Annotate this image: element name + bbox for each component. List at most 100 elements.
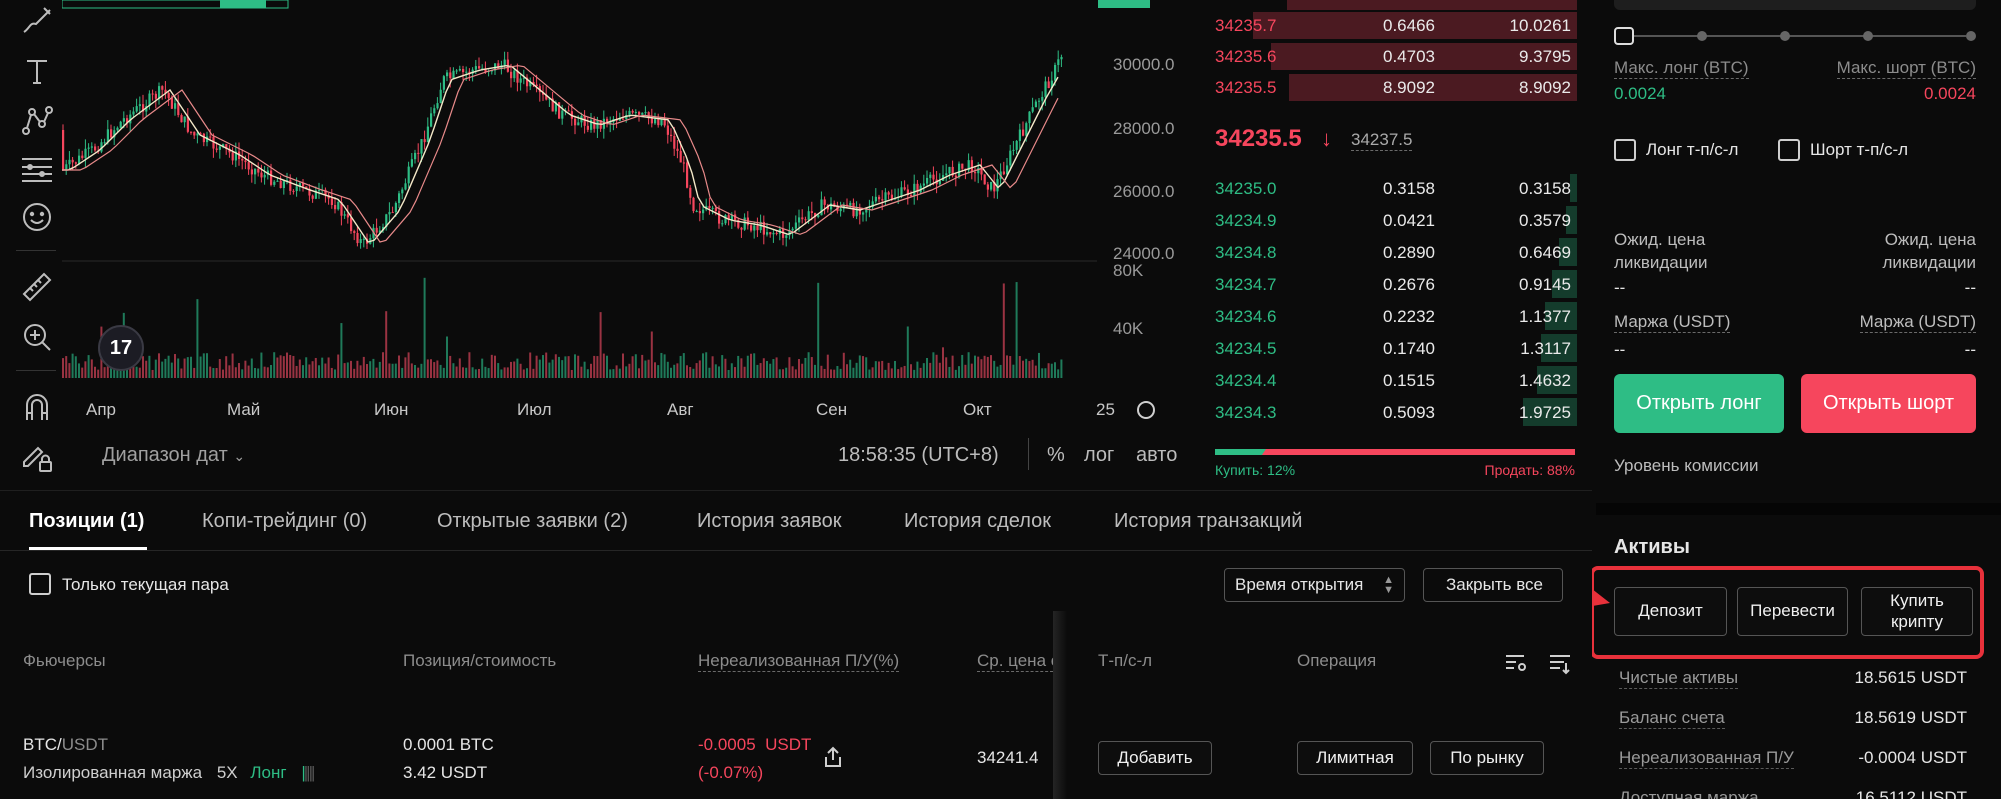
positions-tab[interactable]: Позиции (1) xyxy=(29,510,144,533)
position-avg-price: 34241.4 xyxy=(977,748,1039,767)
last-price: 34235.5 xyxy=(1215,125,1302,152)
percent-scale-toggle[interactable]: % xyxy=(1047,444,1065,467)
magnet-icon[interactable] xyxy=(20,390,54,424)
ask-price: 34235.6 xyxy=(1215,47,1277,66)
log-scale-toggle[interactable]: лог xyxy=(1084,444,1114,467)
lock-pencil-icon[interactable] xyxy=(20,440,54,474)
positions-tabs: Позиции (1) Копи-трейдинг (0) Открытые зая… xyxy=(0,491,1592,551)
bid-row[interactable]: 34234.4 0.1515 1.4632 xyxy=(1197,366,1595,394)
limit-close-button[interactable]: Лимитная xyxy=(1297,741,1413,775)
ask-row[interactable]: 34235.6 0.4703 9.3795 xyxy=(1197,43,1595,70)
positions-tab[interactable]: История заявок xyxy=(697,510,842,533)
amount-slider[interactable] xyxy=(1614,26,1976,46)
chart-canvas[interactable]: 30000.028000.026000.024000.080K40KАпр Май… xyxy=(62,0,1192,485)
bid-size: 0.3158 xyxy=(1383,179,1435,198)
position-pair[interactable]: BTC/USDT xyxy=(23,735,108,755)
bid-size: 0.5093 xyxy=(1383,403,1435,422)
ruler-icon[interactable] xyxy=(20,270,54,304)
date-range-button[interactable]: Диапазон дат ⌄ xyxy=(102,444,245,467)
ask-total: 8.9092 xyxy=(1519,78,1571,97)
footer-divider xyxy=(1028,438,1029,470)
asset-value: -0.0004 USDT xyxy=(1858,748,1967,767)
open-long-button[interactable]: Открыть лонг xyxy=(1614,374,1784,433)
toolbar-divider xyxy=(16,250,56,251)
positions-tab[interactable]: Копи-трейдинг (0) xyxy=(202,510,367,533)
positions-tab[interactable]: Открытые заявки (2) xyxy=(437,510,628,533)
fib-icon[interactable] xyxy=(20,152,54,186)
asset-label[interactable]: Доступная маржа xyxy=(1619,788,1759,799)
only-current-pair-checkbox[interactable] xyxy=(29,573,51,595)
bid-size: 0.2676 xyxy=(1383,275,1435,294)
bid-row[interactable]: 34235.0 0.3158 0.3158 xyxy=(1197,174,1595,202)
positions-tab[interactable]: История транзакций xyxy=(1114,510,1302,533)
ask-row[interactable]: 34235.7 0.6466 10.0261 xyxy=(1197,12,1595,39)
brush-icon[interactable] xyxy=(20,4,54,38)
bid-price: 34234.7 xyxy=(1215,275,1277,294)
bid-row[interactable]: 34234.6 0.2232 1.1377 xyxy=(1197,302,1595,330)
close-all-button[interactable]: Закрыть все xyxy=(1423,568,1563,602)
open-short-button[interactable]: Открыть шорт xyxy=(1801,374,1976,433)
asset-value: 16.5112 USDT xyxy=(1855,788,1967,799)
asset-value: 18.5619 USDT xyxy=(1854,708,1967,727)
positions-tab[interactable]: История сделок xyxy=(904,510,1051,533)
volume-tick: 40K xyxy=(1113,319,1144,338)
max-short-label: Макс. шорт (BTC) xyxy=(1836,58,1976,79)
moving-average-line xyxy=(62,65,1059,243)
col-pnl: Нереализованная П/У(%) xyxy=(698,651,900,672)
amount-input[interactable] xyxy=(1614,0,1976,10)
add-tpsl-button[interactable]: Добавить xyxy=(1098,741,1212,775)
long-tpsl-label: Лонг т-п/с-л xyxy=(1646,140,1739,159)
leverage: 5X xyxy=(216,763,238,782)
bid-row[interactable]: 34234.5 0.1740 1.3117 xyxy=(1197,334,1595,362)
asset-label[interactable]: Чистые активы xyxy=(1619,668,1739,689)
slider-handle[interactable] xyxy=(1614,27,1634,45)
assets-title: Активы xyxy=(1614,536,1690,558)
asset-label[interactable]: Баланс счета xyxy=(1619,708,1725,729)
bid-depth-bar xyxy=(1570,174,1577,202)
bid-row[interactable]: 34234.8 0.2890 0.6469 xyxy=(1197,238,1595,266)
market-close-button[interactable]: По рынку xyxy=(1430,741,1544,775)
emoji-icon[interactable] xyxy=(20,200,54,234)
price-chart[interactable]: 30000.0 28000.0 26000.0 24000.0 80K 40K Апр Май… xyxy=(62,0,1192,485)
bid-row[interactable]: 34234.7 0.2676 0.9145 xyxy=(1197,270,1595,298)
text-icon[interactable] xyxy=(20,54,54,88)
price-tick: 28000.0 xyxy=(1113,119,1174,138)
buy-ratio-fill xyxy=(1215,449,1266,455)
pair-base: BTC/ xyxy=(23,735,62,754)
fee-level-link[interactable]: Уровень комиссии xyxy=(1614,456,1758,476)
chevron-down-icon: ⌄ xyxy=(233,448,246,464)
long-tpsl-checkbox[interactable] xyxy=(1614,139,1636,161)
chart-clock: 18:58:35 (UTC+8) xyxy=(838,444,999,466)
bid-size: 0.0421 xyxy=(1383,211,1435,230)
liq-price-short: -- xyxy=(1964,278,1976,297)
bid-size: 0.2232 xyxy=(1383,307,1435,326)
zoom-icon[interactable] xyxy=(20,320,54,354)
date-range-label: Диапазон дат xyxy=(102,444,228,466)
gear-icon[interactable] xyxy=(1137,401,1155,419)
column-settings-icon[interactable] xyxy=(1504,651,1528,675)
pair-quote: USDT xyxy=(61,735,109,754)
short-tpsl-checkbox[interactable] xyxy=(1778,139,1800,161)
pattern-icon[interactable] xyxy=(20,104,54,138)
asset-label[interactable]: Нереализованная П/У xyxy=(1619,748,1794,769)
sort-select[interactable]: Время открытия ▲ ▼ xyxy=(1224,568,1405,602)
bid-row[interactable]: 34234.9 0.0421 0.3579 xyxy=(1197,206,1595,234)
asks-list: 34235.7 0.6466 10.0261 34235.6 0.4703 9.3795 3… xyxy=(1197,0,1595,110)
time-tick: Авг xyxy=(667,400,694,419)
time-tick: 25 xyxy=(1096,400,1115,419)
mark-price[interactable]: 34237.5 xyxy=(1351,130,1413,151)
filter-icon[interactable] xyxy=(1548,651,1572,675)
only-current-pair-label: Только текущая пара xyxy=(62,575,229,594)
ask-row[interactable]: 34235.5 8.9092 8.9092 xyxy=(1197,74,1595,101)
bid-size: 0.1740 xyxy=(1383,339,1435,358)
drawing-toolbar xyxy=(0,0,62,485)
tradingview-logo[interactable]: 17 xyxy=(98,325,144,371)
bid-total: 0.3158 xyxy=(1519,179,1571,198)
auto-scale-toggle[interactable]: авто xyxy=(1136,444,1177,467)
bid-row[interactable]: 34234.3 0.5093 1.9725 xyxy=(1197,398,1595,426)
bid-total: 1.3117 xyxy=(1520,339,1571,358)
bid-price: 34234.8 xyxy=(1215,243,1277,262)
share-icon[interactable] xyxy=(822,746,844,768)
ask-size: 0.6466 xyxy=(1383,16,1435,35)
current-price-tag xyxy=(1098,0,1150,8)
